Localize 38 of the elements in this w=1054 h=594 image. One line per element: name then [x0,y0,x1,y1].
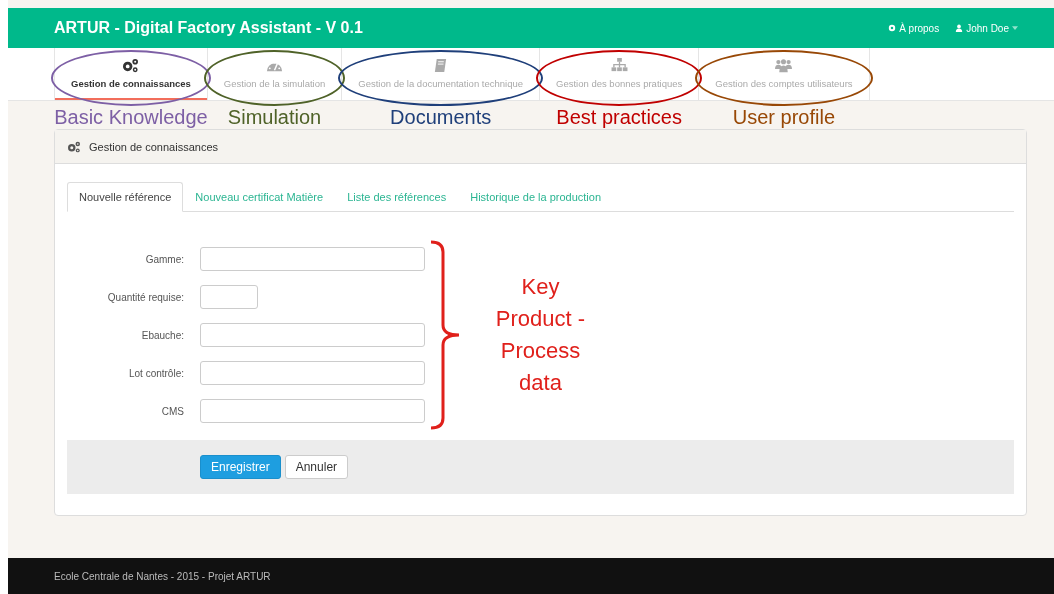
tab[interactable]: Nouveau certificat Matière [183,182,336,212]
module-tab[interactable]: Gestion de connaissances [55,48,207,100]
save-button[interactable]: Enregistrer [200,455,281,479]
gear-icon [888,24,897,32]
module-tab[interactable]: Gestion de la documentation technique [342,48,540,100]
tab[interactable]: Nouvelle référence [67,182,184,212]
field-label: Quantité requise: [106,291,184,303]
nav-link[interactable]: John Doe [955,22,1018,34]
module-tab[interactable]: Gestion de la simulation [207,48,342,100]
gears-icon [67,140,81,153]
field-label: Gamme: [144,253,184,265]
tab[interactable]: Historique de la production [458,182,614,212]
input-field[interactable] [200,323,425,347]
field-label: Ebauche: [140,329,184,341]
panel-title: Gestion de connaissances [89,140,219,153]
field-label: Lot contrôle: [127,367,184,379]
hierarchy-icon [610,57,628,73]
module-tab[interactable]: Gestion des comptes utilisateurs [699,48,869,100]
users-icon [775,57,793,73]
module-tab[interactable]: Gestion des bonnes pratiques [540,48,699,100]
nav-link[interactable]: À propos [888,22,940,34]
annotation-label: Key Product - Process data [494,273,587,397]
annotation-label: Best practices [556,106,682,129]
input-field[interactable] [200,247,425,271]
tab[interactable]: Liste des références [335,182,459,212]
input-field[interactable] [200,361,425,385]
annotation-label: Simulation [227,106,322,129]
input-field[interactable] [200,399,425,423]
app-title: ARTUR - Digital Factory Assistant - V 0.1 [54,19,363,37]
user-icon [955,24,964,32]
cancel-button[interactable]: Annuler [284,455,349,479]
footer-text: Ecole Centrale de Nantes - 2015 - Projet ARTUR [54,570,271,582]
input-field[interactable] [200,285,258,309]
annotation-label: User profile [732,106,836,129]
gears-icon [122,57,140,73]
annotation-label: Documents [390,106,492,129]
field-label: CMS [160,405,184,417]
annotation-label: Basic Knowledge [54,106,208,129]
